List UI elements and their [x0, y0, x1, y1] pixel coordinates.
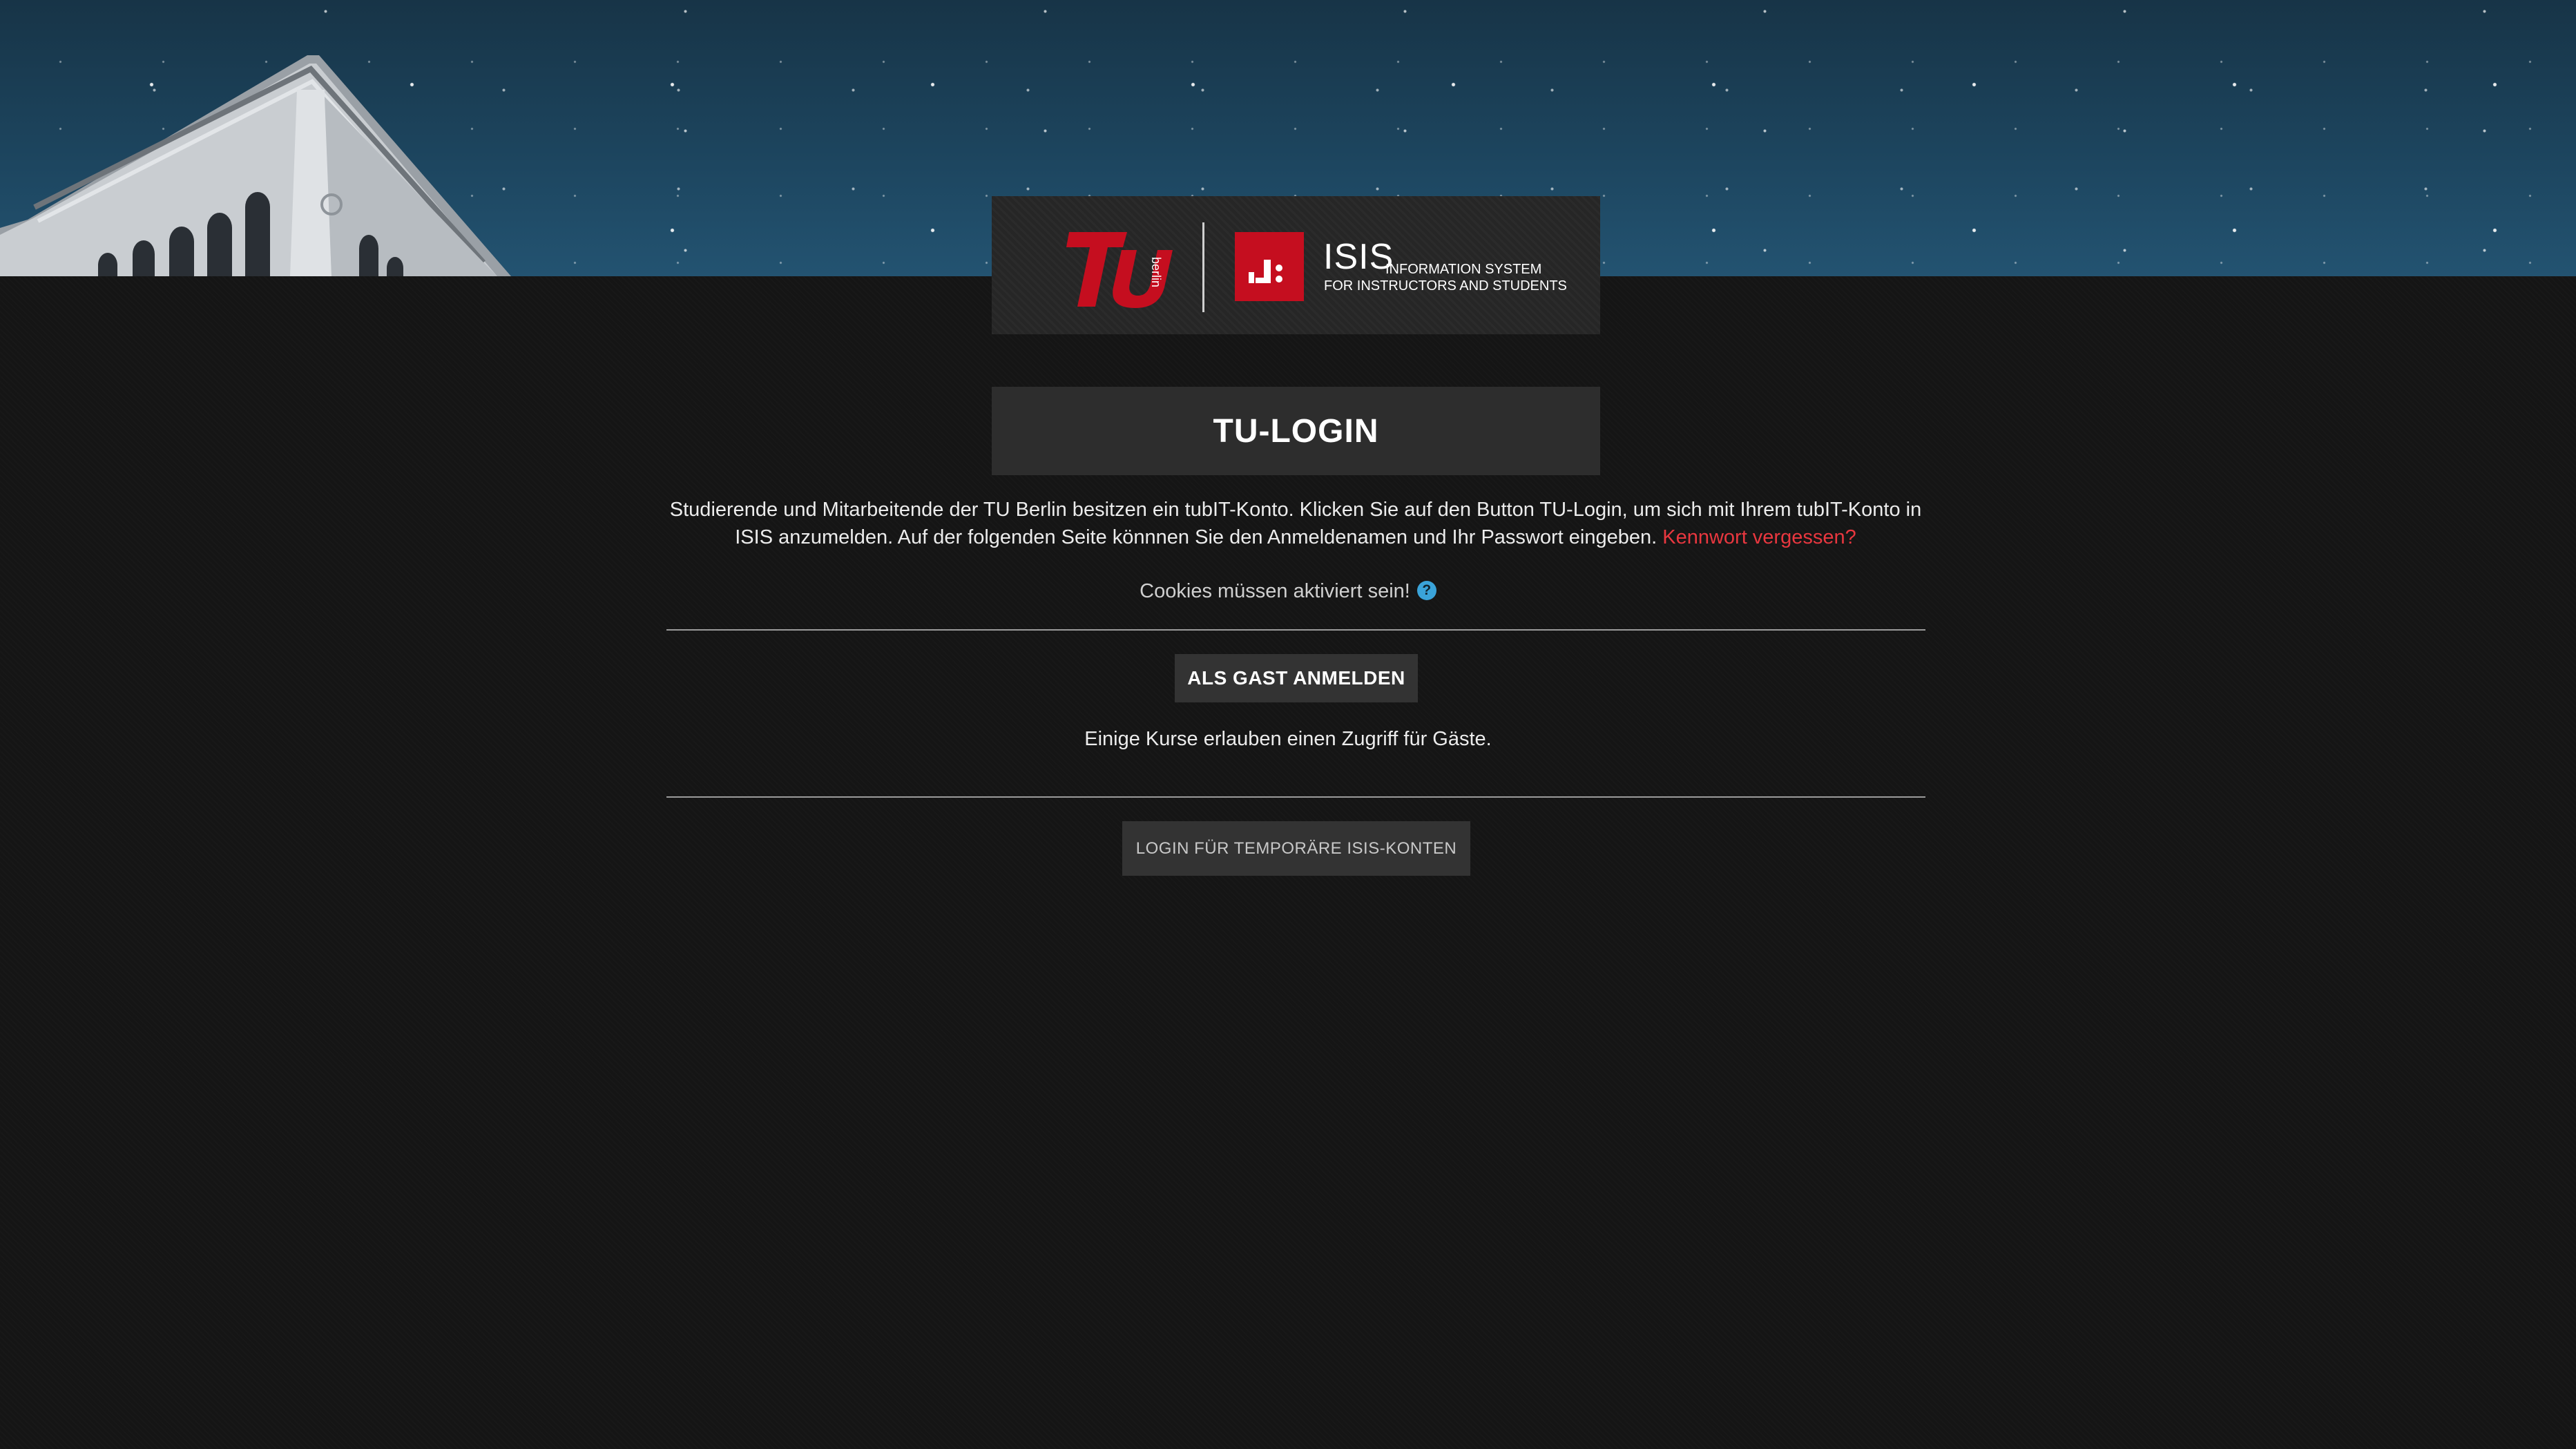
tu-berlin-logo: berlin	[1066, 232, 1173, 308]
temporary-accounts-login-button[interactable]: LOGIN FÜR TEMPORÄRE ISIS-KONTEN	[1122, 821, 1470, 876]
building-image	[0, 55, 511, 276]
cookies-notice-text: Cookies müssen aktiviert sein!	[1140, 580, 1410, 602]
tu-login-panel: TU-LOGIN	[992, 387, 1600, 475]
svg-text:berlin: berlin	[1149, 257, 1163, 287]
divider-bottom	[666, 796, 1925, 798]
logo-banner: berlin ISIS INFORMATION SYSTEM FOR INSTR…	[992, 196, 1600, 334]
divider-top	[666, 629, 1925, 631]
forgot-password-link[interactable]: Kennwort vergessen?	[1662, 526, 1856, 548]
login-intro: Studierende und Mitarbeitende der TU Ber…	[667, 496, 1924, 551]
isis-logo-icon	[1235, 232, 1304, 301]
login-page: berlin ISIS INFORMATION SYSTEM FOR INSTR…	[0, 0, 2576, 1449]
help-icon[interactable]: ?	[1416, 581, 1436, 601]
isis-wordmark: ISIS	[1323, 237, 1394, 277]
tu-login-button[interactable]: TU-LOGIN	[1209, 412, 1383, 451]
isis-tagline-2: FOR INSTRUCTORS AND STUDENTS	[1324, 278, 1567, 294]
logo-divider	[1202, 222, 1204, 312]
guest-note: Einige Kurse erlauben einen Zugriff für …	[1084, 728, 1492, 750]
isis-tagline-1: INFORMATION SYSTEM	[1385, 262, 1542, 277]
guest-login-button[interactable]: ALS GAST ANMELDEN	[1175, 654, 1418, 702]
cookies-notice: Cookies müssen aktiviert sein!?	[0, 577, 2576, 605]
